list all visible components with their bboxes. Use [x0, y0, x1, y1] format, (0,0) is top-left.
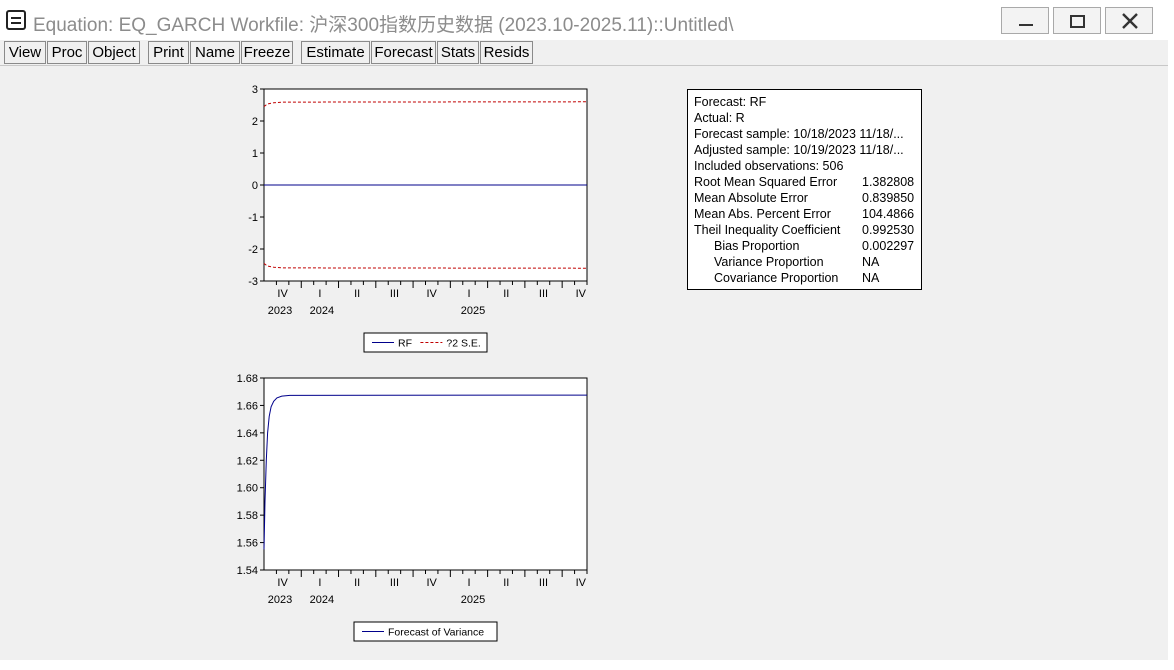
year-label: 2025	[461, 594, 485, 606]
x-tick-label: I	[318, 577, 321, 589]
y-tick-label: 1.60	[237, 483, 258, 495]
stats-label: Variance Proportion	[714, 255, 824, 269]
stats-label: Covariance Proportion	[714, 271, 839, 285]
stats-value: 0.992530	[862, 223, 915, 237]
stats-value: 1.382808	[862, 175, 915, 189]
stats-label: Forecast sample: 10/18/2023 11/18/...	[694, 127, 904, 141]
stats-value: 0.839850	[862, 191, 915, 205]
x-tick-label: III	[390, 288, 399, 300]
x-tick-label: IV	[427, 288, 438, 300]
print-button[interactable]: Print	[148, 41, 189, 64]
x-tick-label: II	[354, 577, 360, 589]
y-tick-label: -2	[248, 244, 258, 256]
system-menu-icon[interactable]	[6, 10, 26, 30]
x-tick-label: II	[503, 288, 509, 300]
x-tick-label: IV	[277, 577, 288, 589]
stats-button[interactable]: Stats	[437, 41, 479, 64]
stats-label: Theil Inequality Coefficient	[694, 223, 841, 237]
minimize-button[interactable]	[1001, 7, 1049, 34]
plot-area	[263, 377, 588, 571]
x-tick-label: III	[390, 577, 399, 589]
close-button[interactable]	[1105, 7, 1153, 34]
y-tick-label: 1.56	[237, 538, 258, 550]
year-label: 2023	[268, 305, 292, 317]
year-label: 2023	[268, 594, 292, 606]
stats-label: Root Mean Squared Error	[694, 175, 838, 189]
toolbar: View Proc Object Print Name Freeze Estim…	[0, 40, 1168, 66]
maximize-icon	[1070, 15, 1085, 28]
stats-value: 104.4866	[862, 207, 915, 221]
proc-button[interactable]: Proc	[47, 41, 87, 64]
x-tick-label: I	[318, 288, 321, 300]
x-tick-label: II	[503, 577, 509, 589]
stats-value: 0.002297	[862, 239, 915, 253]
y-tick-label: 1.62	[237, 455, 258, 467]
legend-label: ?2 S.E.	[446, 338, 480, 350]
name-button[interactable]: Name	[190, 41, 240, 64]
x-tick-label: III	[539, 577, 548, 589]
legend-label: RF	[398, 338, 412, 350]
y-tick-label: 1.58	[237, 510, 258, 522]
forecast-graphs: 3210-1-2-3IV I II III IV I II III IV2023 2024 2025…	[237, 84, 588, 642]
stats-label: Adjusted sample: 10/19/2023 11/18/...	[694, 143, 904, 157]
y-tick-label: -3	[248, 276, 258, 288]
y-tick-label: 3	[252, 84, 258, 96]
year-label: 2024	[310, 305, 334, 317]
resids-button[interactable]: Resids	[480, 41, 533, 64]
stats-label: Included observations: 506	[694, 159, 844, 173]
y-tick-label: 1.68	[237, 373, 258, 385]
stats-value: NA	[862, 255, 880, 269]
freeze-button[interactable]: Freeze	[241, 41, 293, 64]
stats-label: Forecast: RF	[694, 95, 767, 109]
x-tick-label: IV	[576, 577, 587, 589]
y-tick-label: 0	[252, 180, 258, 192]
title-bar[interactable]: Equation: EQ_GARCH Workfile: 沪深300指数历史数据…	[0, 0, 1168, 40]
y-tick-label: 2	[252, 116, 258, 128]
x-tick-label: IV	[277, 288, 288, 300]
year-label: 2024	[310, 594, 334, 606]
x-tick-label: IV	[427, 577, 438, 589]
x-tick-label: I	[467, 577, 470, 589]
object-button[interactable]: Object	[88, 41, 140, 64]
stats-label: Mean Absolute Error	[694, 191, 808, 205]
y-tick-label: 1.66	[237, 400, 258, 412]
legend-label: Forecast of Variance	[388, 627, 484, 639]
x-tick-label: III	[539, 288, 548, 300]
minimize-icon	[1019, 24, 1033, 26]
close-icon	[1122, 13, 1138, 29]
y-tick-label: -1	[248, 212, 258, 224]
y-tick-label: 1.64	[237, 428, 258, 440]
window-title: Equation: EQ_GARCH Workfile: 沪深300指数历史数据…	[33, 15, 734, 36]
bottom-strip	[0, 660, 1174, 670]
y-tick-label: 1	[252, 148, 258, 160]
estimate-button[interactable]: Estimate	[301, 41, 370, 64]
year-label: 2025	[461, 305, 485, 317]
y-tick-label: 1.54	[237, 565, 258, 577]
view-button[interactable]: View	[4, 41, 46, 64]
stats-label: Mean Abs. Percent Error	[694, 207, 831, 221]
stats-label: Actual: R	[694, 111, 745, 125]
x-tick-label: I	[467, 288, 470, 300]
forecast-button[interactable]: Forecast	[371, 41, 436, 64]
equation-window: Equation: EQ_GARCH Workfile: 沪深300指数历史数据…	[0, 0, 1168, 660]
x-tick-label: IV	[576, 288, 587, 300]
stats-label: Bias Proportion	[714, 239, 800, 253]
stats-value: NA	[862, 271, 880, 285]
x-tick-label: II	[354, 288, 360, 300]
maximize-button[interactable]	[1053, 7, 1101, 34]
forecast-statistics-table: Forecast: RF Actual: R Forecast sample: 10…	[687, 89, 922, 290]
